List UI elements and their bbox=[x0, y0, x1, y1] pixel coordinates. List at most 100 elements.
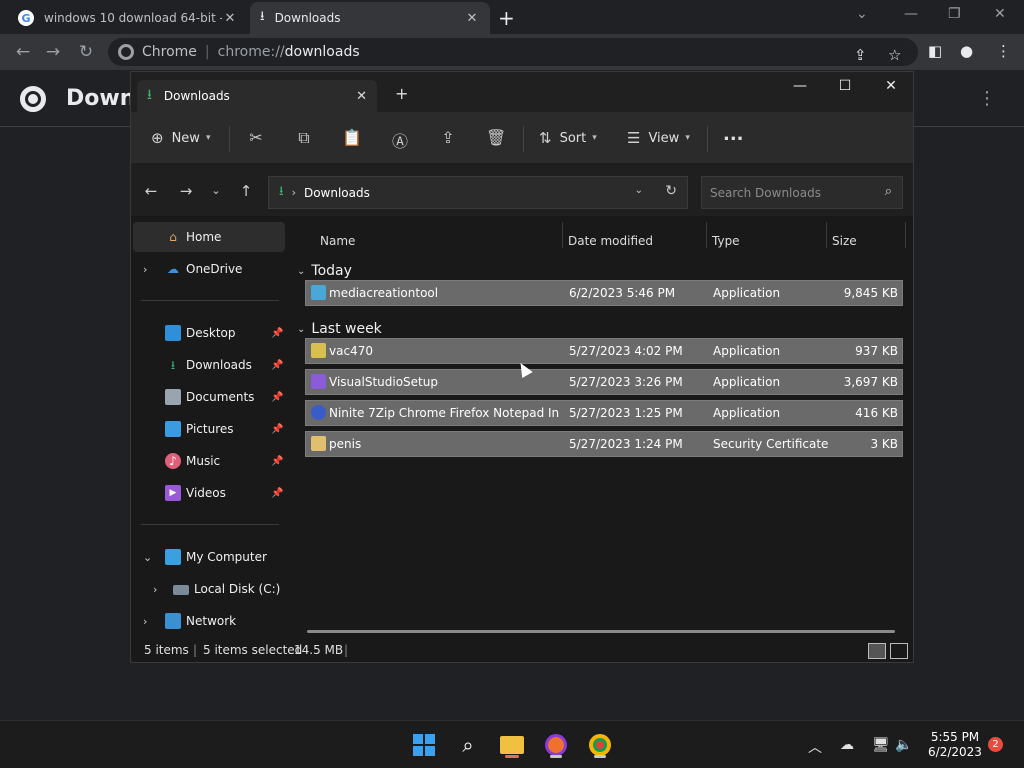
tab-search-icon[interactable]: ⌄ bbox=[856, 6, 868, 22]
volume-icon[interactable]: 🔈 bbox=[895, 737, 912, 753]
close-window-icon[interactable]: ✕ bbox=[876, 78, 906, 94]
file-row[interactable]: Ninite 7Zip Chrome Firefox Notepad Inst.… bbox=[305, 400, 903, 426]
close-window-icon[interactable]: ✕ bbox=[994, 6, 1006, 22]
pin-icon[interactable]: 📌 bbox=[271, 328, 283, 339]
up-icon[interactable]: ↑ bbox=[236, 182, 256, 200]
column-separator[interactable] bbox=[562, 222, 563, 248]
address-bar[interactable]: ⭳ › Downloads ⌄ ↻ bbox=[268, 176, 688, 209]
view-button[interactable]: ☰ View ▾ bbox=[627, 129, 690, 147]
nav-item-local-disk[interactable]: › Local Disk (C:) bbox=[133, 574, 285, 604]
notification-badge[interactable]: 2 bbox=[988, 737, 1003, 752]
refresh-icon[interactable]: ↻ bbox=[665, 183, 677, 199]
nav-item-documents[interactable]: Documents 📌 bbox=[133, 382, 285, 412]
chevron-down-icon[interactable]: ⌄ bbox=[143, 551, 152, 564]
tiles-view-icon[interactable] bbox=[890, 643, 908, 659]
address-bar[interactable]: Chrome | chrome://downloads ⇪ ☆ bbox=[108, 38, 918, 66]
close-tab-icon[interactable]: ✕ bbox=[356, 89, 367, 104]
minimize-icon[interactable]: — bbox=[904, 6, 918, 22]
new-button[interactable]: ⊕ New ▾ bbox=[151, 129, 210, 147]
breadcrumb-downloads[interactable]: Downloads bbox=[304, 186, 370, 200]
column-separator[interactable] bbox=[905, 222, 906, 248]
reload-icon[interactable]: ↻ bbox=[75, 41, 97, 63]
file-row[interactable]: penis 5/27/2023 1:24 PM Security Certifi… bbox=[305, 431, 903, 457]
nav-item-my-computer[interactable]: ⌄ My Computer bbox=[133, 542, 285, 572]
file-explorer-taskbar-button[interactable] bbox=[496, 729, 528, 761]
column-header-size[interactable]: Size bbox=[832, 234, 857, 248]
file-row[interactable]: vac470 5/27/2023 4:02 PM Application 937… bbox=[305, 338, 903, 364]
share-icon[interactable]: ⇪ bbox=[438, 128, 458, 147]
chevron-right-icon[interactable]: › bbox=[153, 583, 157, 596]
close-tab-icon[interactable]: ✕ bbox=[464, 11, 480, 26]
address-dropdown-icon[interactable]: ⌄ bbox=[635, 185, 643, 196]
start-button[interactable] bbox=[408, 729, 440, 761]
nav-item-onedrive[interactable]: › ☁ OneDrive bbox=[133, 254, 285, 284]
back-icon[interactable]: ← bbox=[12, 41, 34, 63]
column-header-type[interactable]: Type bbox=[712, 234, 740, 248]
chevron-right-icon[interactable]: › bbox=[143, 263, 147, 276]
search-icon[interactable]: ⌕ bbox=[885, 184, 892, 199]
profile-avatar-icon[interactable]: ● bbox=[960, 42, 973, 60]
pin-icon[interactable]: 📌 bbox=[271, 360, 283, 371]
close-tab-icon[interactable]: ✕ bbox=[222, 11, 238, 26]
new-tab-button[interactable]: + bbox=[498, 6, 515, 30]
nav-divider bbox=[141, 300, 279, 301]
share-icon[interactable]: ⇪ bbox=[854, 46, 867, 64]
rename-icon[interactable]: Ⓐ bbox=[390, 128, 410, 152]
copy-icon[interactable]: ⧉ bbox=[294, 128, 314, 148]
nav-item-desktop[interactable]: Desktop 📌 bbox=[133, 318, 285, 348]
explorer-tab-downloads[interactable]: ⭳ Downloads ✕ bbox=[137, 80, 377, 112]
firefox-taskbar-button[interactable] bbox=[540, 729, 572, 761]
nav-item-downloads[interactable]: ⭳ Downloads 📌 bbox=[133, 350, 285, 380]
delete-icon[interactable]: 🗑 bbox=[486, 128, 506, 147]
restore-icon[interactable]: ❐ bbox=[948, 6, 961, 22]
sort-button[interactable]: ⇅ Sort ▾ bbox=[539, 129, 597, 147]
search-box[interactable]: ⌕ bbox=[701, 176, 903, 209]
see-more-button[interactable]: ... bbox=[723, 124, 744, 145]
search-icon[interactable]: ⌕ bbox=[452, 729, 484, 761]
side-panel-icon[interactable]: ◧ bbox=[928, 42, 942, 60]
column-separator[interactable] bbox=[826, 222, 827, 248]
minimize-icon[interactable]: — bbox=[785, 78, 815, 94]
search-input[interactable] bbox=[710, 185, 870, 200]
nav-item-videos[interactable]: ▶ Videos 📌 bbox=[133, 478, 285, 508]
network-status-icon[interactable]: 🖥 bbox=[872, 737, 890, 753]
column-header-name[interactable]: Name bbox=[320, 234, 355, 248]
chevron-up-icon[interactable]: ︿ bbox=[808, 737, 822, 757]
chevron-right-icon[interactable]: › bbox=[143, 615, 147, 628]
maximize-icon[interactable]: ☐ bbox=[830, 78, 860, 94]
pin-icon[interactable]: 📌 bbox=[271, 488, 283, 499]
details-view-icon[interactable] bbox=[868, 643, 886, 659]
nav-item-pictures[interactable]: Pictures 📌 bbox=[133, 414, 285, 444]
cut-icon[interactable]: ✂ bbox=[246, 128, 266, 147]
nav-item-music[interactable]: ♪ Music 📌 bbox=[133, 446, 285, 476]
file-name: vac470 bbox=[329, 344, 373, 358]
pin-icon[interactable]: 📌 bbox=[271, 392, 283, 403]
column-separator[interactable] bbox=[706, 222, 707, 248]
pin-icon[interactable]: 📌 bbox=[271, 424, 283, 435]
explorer-new-tab-button[interactable]: + bbox=[395, 84, 408, 103]
clock[interactable]: 5:55 PM 6/2/2023 bbox=[920, 730, 990, 760]
browser-menu-icon[interactable]: ⋮ bbox=[996, 42, 1011, 60]
recent-locations-icon[interactable]: ⌄ bbox=[206, 184, 226, 197]
cloud-offline-icon[interactable]: ☁ bbox=[840, 737, 854, 753]
browser-tab-search[interactable]: G windows 10 download 64-bit - G ✕ bbox=[8, 2, 248, 34]
pin-icon[interactable]: 📌 bbox=[271, 456, 283, 467]
file-row[interactable]: mediacreationtool 6/2/2023 5:46 PM Appli… bbox=[305, 280, 903, 306]
group-header-today[interactable]: ⌄ Today bbox=[297, 263, 352, 279]
paste-icon[interactable]: 📋 bbox=[342, 128, 362, 147]
forward-icon[interactable]: → bbox=[176, 182, 196, 200]
forward-icon[interactable]: → bbox=[42, 41, 64, 63]
back-icon[interactable]: ← bbox=[141, 182, 161, 200]
chrome-taskbar-button[interactable] bbox=[584, 729, 616, 761]
group-label: Last week bbox=[311, 321, 382, 337]
group-header-last-week[interactable]: ⌄ Last week bbox=[297, 321, 382, 337]
browser-tab-downloads[interactable]: ⭳ Downloads ✕ bbox=[250, 2, 490, 34]
page-menu-icon[interactable]: ⋮ bbox=[978, 88, 996, 109]
bookmark-star-icon[interactable]: ☆ bbox=[888, 46, 901, 64]
file-row[interactable]: VisualStudioSetup 5/27/2023 3:26 PM Appl… bbox=[305, 369, 903, 395]
nav-item-home[interactable]: ⌂ Home bbox=[133, 222, 285, 252]
nav-item-network[interactable]: › Network bbox=[133, 606, 285, 636]
breadcrumb-chevron-icon[interactable]: › bbox=[292, 186, 296, 199]
horizontal-scrollbar[interactable] bbox=[307, 630, 895, 633]
column-header-date[interactable]: Date modified bbox=[568, 234, 653, 248]
